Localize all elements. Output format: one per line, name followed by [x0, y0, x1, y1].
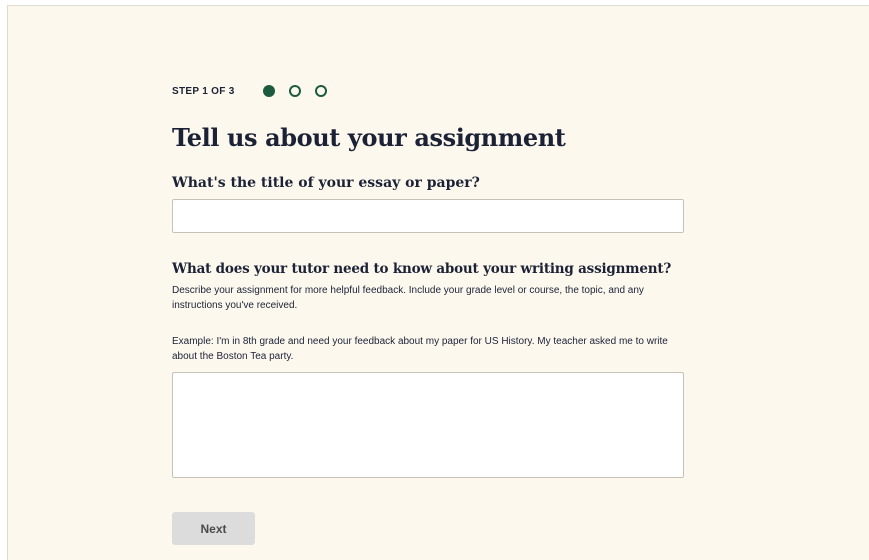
next-button[interactable]: Next [172, 512, 255, 545]
assignment-details-label: What does your tutor need to know about … [172, 261, 672, 277]
essay-title-input[interactable] [172, 199, 684, 233]
step-dot-1-current [262, 85, 275, 97]
step-indicator: STEP 1 OF 3 [172, 83, 341, 99]
page-background: STEP 1 OF 3 Tell us about your assignmen… [7, 5, 869, 560]
step-dot-2 [288, 85, 301, 97]
essay-title-label: What's the title of your essay or paper? [172, 175, 480, 191]
step-label: STEP 1 OF 3 [172, 85, 235, 97]
page-title: Tell us about your assignment [172, 123, 566, 152]
assignment-details-textarea[interactable] [172, 372, 684, 478]
step-dot-3 [314, 85, 327, 97]
assignment-details-example: Example: I'm in 8th grade and need your … [172, 336, 668, 362]
assignment-details-description: Describe your assignment for more helpfu… [172, 285, 644, 311]
